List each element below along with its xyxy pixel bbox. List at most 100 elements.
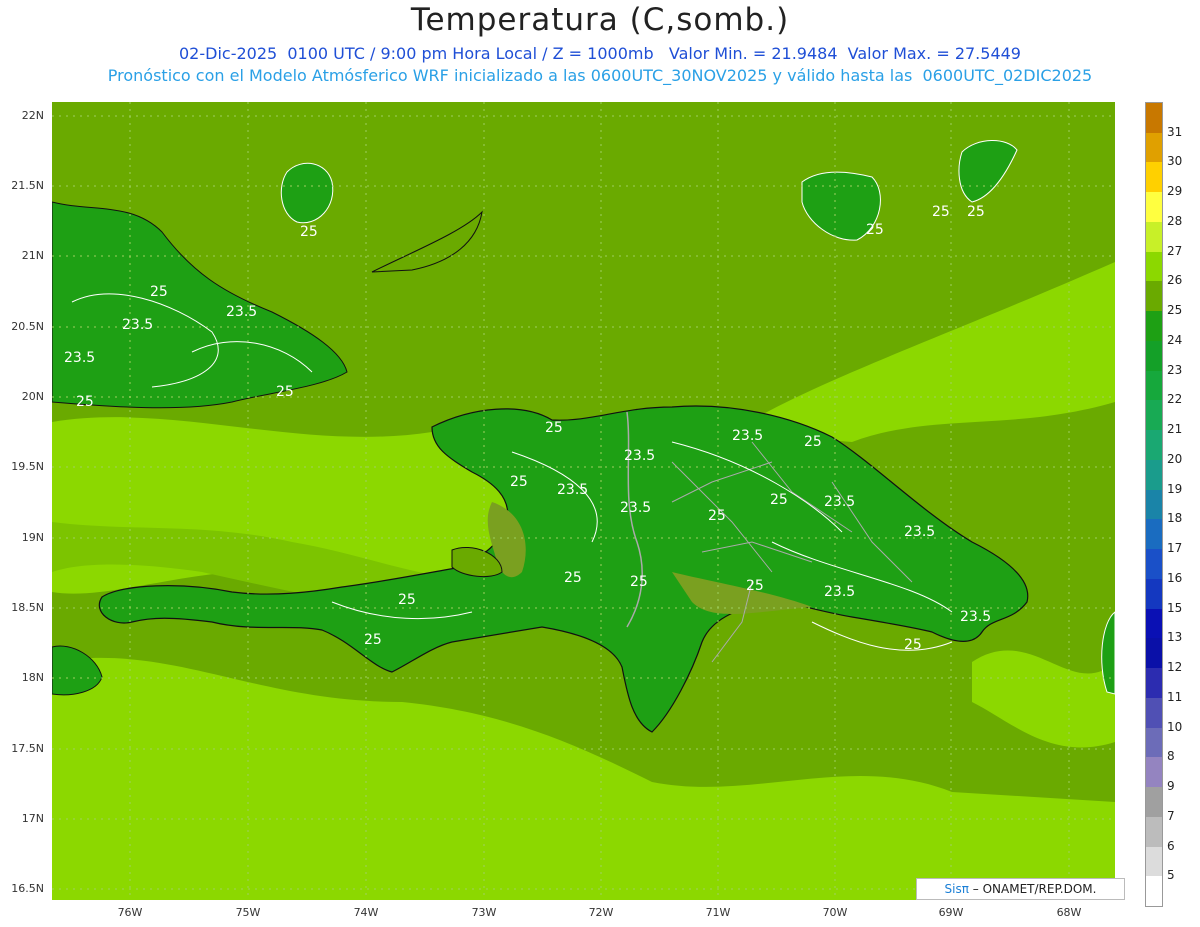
colorbar-label: 23 (1167, 362, 1183, 377)
lat-label: 20N (21, 390, 44, 403)
contour-label: 25 (708, 508, 726, 524)
contour-label: 25 (364, 632, 382, 648)
contour-label: 23.5 (557, 482, 589, 498)
lat-label: 21.5N (11, 179, 44, 192)
colorbar-swatch (1146, 668, 1162, 699)
contour-label: 25 (150, 284, 168, 300)
contour-label: 25 (746, 578, 764, 594)
colorbar-swatch (1146, 251, 1162, 282)
colorbar-label: 15 (1167, 600, 1183, 615)
contour-label: 23.5 (624, 448, 656, 464)
colorbar-label: 29 (1167, 184, 1183, 199)
colorbar-swatch (1146, 311, 1162, 342)
sisp-logo: Sisπ (944, 882, 969, 896)
colorbar-label: 28 (1167, 213, 1183, 228)
colorbar-label: 25 (1167, 303, 1183, 318)
colorbar-label: 6 (1167, 838, 1175, 853)
contour-label: 23.5 (960, 609, 992, 625)
colorbar-label: 19 (1167, 481, 1183, 496)
contour-label: 25 (804, 434, 822, 450)
colorbar-swatch (1146, 638, 1162, 669)
colorbar-label: 17 (1167, 541, 1183, 556)
contour-label: 25 (630, 574, 648, 590)
contour-label: 25 (398, 592, 416, 608)
lat-label: 16.5N (11, 882, 44, 895)
colorbar-swatch (1146, 876, 1162, 907)
credit-text: – ONAMET/REP.DOM. (972, 882, 1097, 896)
contour-label: 23.5 (732, 428, 764, 444)
colorbar-swatch (1146, 430, 1162, 461)
lat-label: 18N (21, 671, 44, 684)
colorbar-swatch (1146, 727, 1162, 758)
temperature-map: 25 23.5 25 23.5 23.5 25 25 25 25 25 25 2… (52, 102, 1115, 900)
colorbar-swatch (1146, 816, 1162, 847)
colorbar-label: 16 (1167, 570, 1183, 585)
credit-box: Sisπ – ONAMET/REP.DOM. (916, 878, 1125, 900)
contour-label: 25 (510, 474, 528, 490)
colorbar-swatch (1146, 340, 1162, 372)
colorbar-label: 11 (1167, 689, 1183, 704)
contour-label: 23.5 (824, 584, 856, 600)
colorbar-label: 13 (1167, 630, 1183, 645)
colorbar-label: 31 (1167, 124, 1183, 139)
colorbar-label: 27 (1167, 243, 1183, 258)
colorbar-swatch (1146, 757, 1162, 788)
lon-label: 74W (353, 906, 379, 919)
lon-label: 71W (705, 906, 731, 919)
map-title: Temperatura (C,somb.) (410, 2, 790, 38)
contour-label: 23.5 (122, 317, 154, 333)
forecast-info: 02-Dic-2025 0100 UTC / 9:00 pm Hora Loca… (179, 44, 1021, 63)
contour-label: 25 (967, 204, 985, 220)
lon-label: 72W (588, 906, 614, 919)
colorbar-swatch (1146, 549, 1162, 580)
lon-label: 76W (117, 906, 143, 919)
lat-label: 22N (21, 109, 44, 122)
contour-label: 25 (866, 222, 884, 238)
colorbar-label: 8 (1167, 749, 1175, 764)
contour-label: 23.5 (64, 350, 96, 366)
colorbar-label: 20 (1167, 451, 1183, 466)
contour-label: 25 (564, 570, 582, 586)
colorbar-swatch (1146, 787, 1162, 818)
colorbar-swatch (1146, 400, 1162, 431)
colorbar-swatch (1146, 697, 1162, 729)
lat-label: 17.5N (11, 742, 44, 755)
colorbar-swatch (1146, 221, 1162, 253)
colorbar-label: 26 (1167, 273, 1183, 288)
contour-label: 25 (300, 224, 318, 240)
colorbar-label: 7 (1167, 808, 1175, 823)
contour-label: 25 (276, 384, 294, 400)
contour-label: 25 (76, 394, 94, 410)
colorbar-swatch (1146, 192, 1162, 223)
lat-label: 19N (21, 531, 44, 544)
colorbar-swatch (1146, 103, 1162, 134)
contour-label: 23.5 (824, 494, 856, 510)
lat-label: 18.5N (11, 601, 44, 614)
lon-label: 68W (1056, 906, 1082, 919)
lat-label: 21N (21, 249, 44, 262)
lat-label: 17N (21, 812, 44, 825)
model-info: Pronóstico con el Modelo Atmósferico WRF… (107, 66, 1093, 85)
colorbar-label: 30 (1167, 154, 1183, 169)
lat-label: 19.5N (11, 460, 44, 473)
colorbar-swatch (1146, 489, 1162, 520)
colorbar-swatch (1146, 162, 1162, 193)
colorbar-label: 21 (1167, 422, 1183, 437)
colorbar-label: 10 (1167, 719, 1183, 734)
colorbar-swatch (1146, 846, 1162, 877)
colorbar-swatch (1146, 132, 1162, 163)
colorbar-swatch (1146, 608, 1162, 639)
contour-label: 23.5 (904, 524, 936, 540)
lon-label: 75W (235, 906, 261, 919)
lon-label: 70W (822, 906, 848, 919)
colorbar (1145, 102, 1163, 907)
contour-label: 25 (904, 637, 922, 653)
colorbar-label: 18 (1167, 511, 1183, 526)
colorbar-label: 22 (1167, 392, 1183, 407)
colorbar-swatch (1146, 578, 1162, 610)
contour-label: 25 (932, 204, 950, 220)
contour-label: 23.5 (226, 304, 258, 320)
colorbar-swatch (1146, 370, 1162, 401)
contour-label: 23.5 (620, 500, 652, 516)
map-canvas (52, 102, 1115, 900)
